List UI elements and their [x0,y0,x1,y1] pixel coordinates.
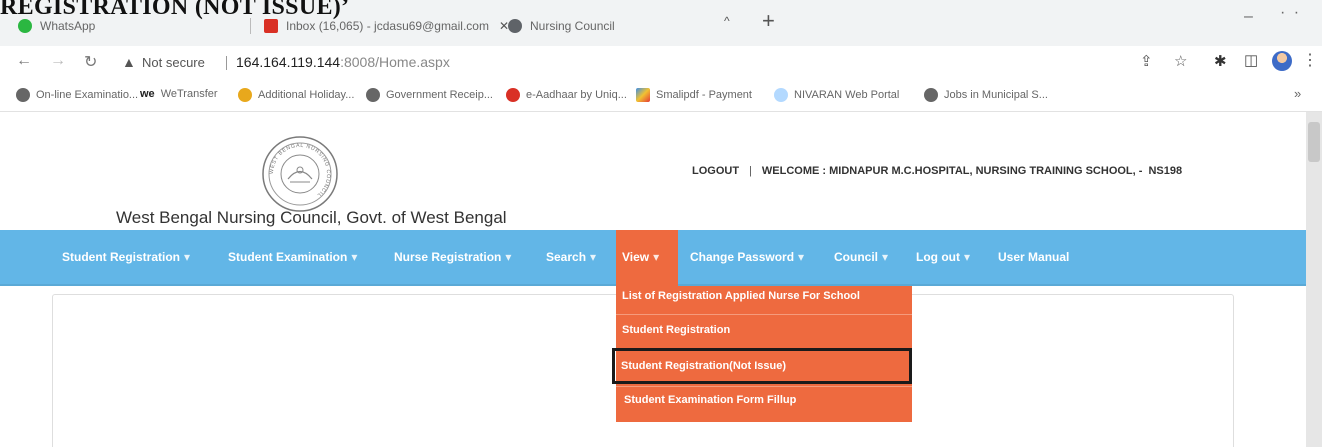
menu-label: View [622,250,650,264]
bookmark-jobs-municipal[interactable]: Jobs in Municipal S... [924,88,1048,102]
dropdown-divider [616,386,912,387]
aadhaar-icon [506,88,520,102]
tab-nursing-council[interactable]: Nursing Council [508,14,615,38]
menu-label: Student Registration [62,250,181,264]
institution-code: NS198 [1148,165,1183,177]
wetransfer-icon: we [140,88,155,100]
caret-down-icon: ▾ [351,250,358,264]
bookmark-label: WeTransfer [160,88,218,100]
website-viewport: WEST BENGAL NURSING COUNCIL West Bengal … [0,112,1306,447]
main-menubar: Student Registration ▾ Student Examinatio… [0,230,1306,286]
bookmark-label: Government Receip... [386,89,493,101]
warning-triangle-icon[interactable]: ▲ [122,54,136,70]
security-label[interactable]: Not secure [142,55,205,70]
bookmark-additional-holiday[interactable]: Additional Holiday... [238,88,354,102]
council-seal-logo: WEST BENGAL NURSING COUNCIL [262,136,338,212]
menu-label: User Manual [998,250,1070,264]
tab-title: Nursing Council [530,19,615,33]
globe-favicon-icon [508,19,522,33]
window-controls-icon[interactable]: · · [1280,4,1301,22]
menu-search[interactable]: Search ▾ [546,250,596,264]
globe-icon [366,88,380,102]
page-scrollbar[interactable] [1306,112,1322,447]
menu-label: Search [546,250,587,264]
bookmark-government-receipt[interactable]: Government Receip... [366,88,493,102]
reload-icon[interactable]: ↻ [84,52,97,72]
profile-avatar-icon[interactable] [1272,51,1292,71]
new-tab-icon[interactable]: + [762,8,775,34]
bookmark-label: e-Aadhaar by Uniq... [526,89,627,101]
menu-user-manual[interactable]: User Manual [998,250,1069,264]
welcome-text: WELCOME : MIDNAPUR M.C.HOSPITAL, NURSING… [761,165,1143,177]
logout-link[interactable]: LOGOUT [692,165,739,177]
bookmark-wetransfer[interactable]: we WeTransfer [140,88,218,100]
dropdown-item-examination-form-fillup[interactable]: Student Examination Form Fillup [624,394,796,406]
star-icon[interactable]: ☆ [1174,52,1187,70]
globe-icon [16,88,30,102]
menu-log-out[interactable]: Log out ▾ [916,250,970,264]
bookmark-online-examination[interactable]: On-line Examinatio... [16,88,138,102]
back-arrow-icon[interactable]: ← [16,52,32,70]
user-header: LOGOUT | WELCOME : MIDNAPUR M.C.HOSPITAL… [692,165,1182,177]
menu-change-password[interactable]: Change Password ▾ [690,250,804,264]
menu-label: Nurse Registration [394,250,502,264]
puzzle-icon[interactable]: ✱ [1214,52,1227,70]
nivaran-icon [774,88,788,102]
side-panel-icon[interactable]: ◫ [1244,51,1258,69]
bookmark-label: Jobs in Municipal S... [944,89,1048,101]
minimize-icon[interactable]: – [1244,8,1253,26]
bookmark-nivaran[interactable]: NIVARAN Web Portal [774,88,899,102]
bookmarks-bar: On-line Examinatio... we WeTransfer Addit… [0,80,1322,112]
bookmark-smallpdf[interactable]: Smalipdf - Payment [636,88,752,102]
bookmark-label: On-line Examinatio... [36,89,139,101]
dropdown-item-student-registration-not-issue[interactable]: Student Registration(Not Issue) [612,348,912,384]
menu-council[interactable]: Council ▾ [834,250,888,264]
caret-down-icon: ▾ [882,250,889,264]
menu-label: Council [834,250,878,264]
menu-view[interactable]: View ▾ [616,230,678,286]
caret-down-icon: ▾ [963,250,971,264]
smallpdf-icon [636,88,650,102]
caret-down-icon: ▾ [798,250,805,264]
forward-arrow-icon[interactable]: → [50,52,66,70]
bookmark-label: NIVARAN Web Portal [794,89,900,101]
dropdown-divider [616,314,912,315]
url-path: /Home.aspx [375,54,450,70]
address-bar[interactable]: 164.164.119.144:8008/Home.aspx [236,54,450,70]
url-host: 164.164.119.144 [236,54,341,70]
menu-label: Change Password [690,250,795,264]
menu-label: Student Examination [228,250,348,264]
bookmark-label: Smalipdf - Payment [656,89,752,101]
bookmarks-more-icon[interactable]: » [1294,86,1301,101]
share-icon[interactable]: ⇪ [1140,52,1153,70]
caret-down-icon: ▾ [184,250,191,264]
menu-label: Log out [916,250,960,264]
council-name: West Bengal Nursing Council, Govt. of We… [116,208,507,227]
dropdown-item-registration-applied[interactable]: List of Registration Applied Nurse For S… [622,290,860,302]
scrollbar-thumb[interactable] [1308,122,1320,162]
dropdown-item-student-registration[interactable]: Student Registration [622,324,730,336]
caret-down-icon: ▾ [653,250,660,264]
tab-search-chevron-icon[interactable]: ^ [724,14,730,28]
url-port: :8008 [340,54,376,70]
caret-down-icon: ▾ [590,250,597,264]
document-heading: REGISTRATION (NOT ISSUE)’ [0,0,350,20]
emblem-icon [238,88,252,102]
menu-nurse-registration[interactable]: Nurse Registration ▾ [394,250,511,264]
address-separator [226,56,227,70]
kebab-menu-icon[interactable]: ⋮ [1302,50,1318,70]
globe-icon [924,88,938,102]
browser-toolbar: ← → ↻ ▲ Not secure 164.164.119.144:8008/… [0,46,1322,80]
view-dropdown-menu: List of Registration Applied Nurse For S… [612,286,912,422]
bookmark-e-aadhaar[interactable]: e-Aadhaar by Uniq... [506,88,627,102]
menu-student-registration[interactable]: Student Registration ▾ [62,250,190,264]
bookmark-label: Additional Holiday... [258,89,355,101]
caret-down-icon: ▾ [505,250,512,264]
header-separator: | [749,165,752,177]
menu-student-examination[interactable]: Student Examination ▾ [228,250,357,264]
